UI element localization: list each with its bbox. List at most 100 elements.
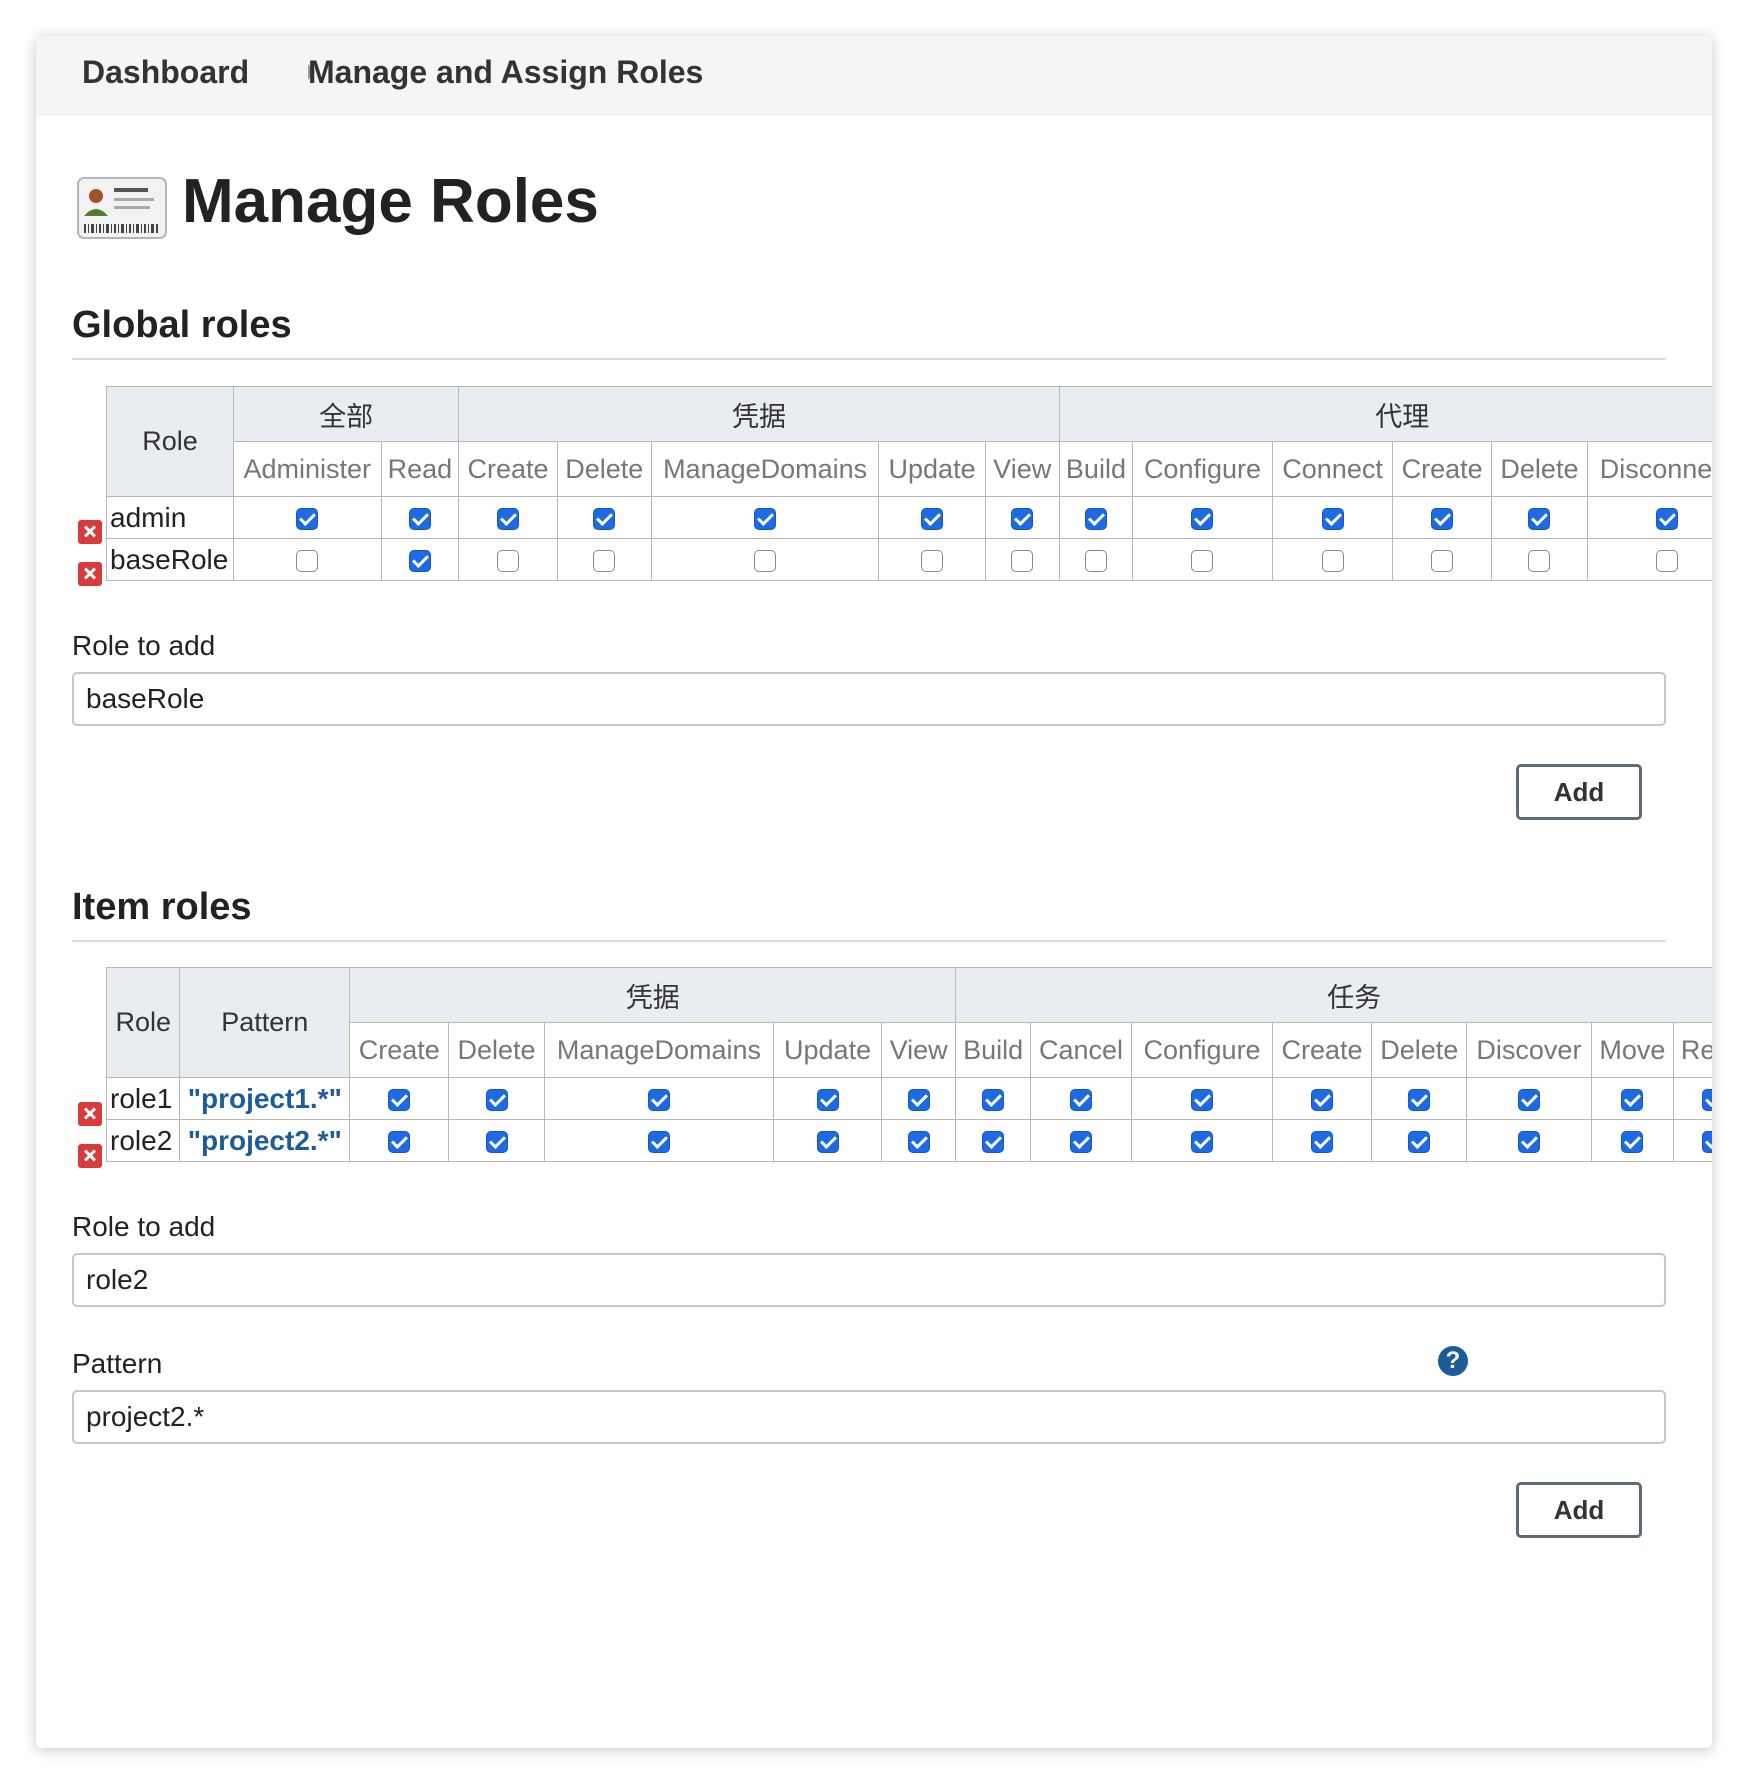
permission-checkbox[interactable] [388, 1088, 411, 1111]
permission-checkbox[interactable] [647, 1130, 670, 1153]
role-name: role1 [105, 1077, 181, 1120]
perm-header-job-cancel: Cancel [1029, 1022, 1133, 1078]
pattern-input[interactable] [72, 1390, 1666, 1444]
permission-checkbox[interactable] [907, 1088, 930, 1111]
permission-cell [1029, 1077, 1133, 1120]
permission-checkbox[interactable] [816, 1088, 839, 1111]
permission-cell [1673, 1119, 1712, 1162]
permission-checkbox[interactable] [1702, 1088, 1712, 1111]
permission-checkbox[interactable] [485, 1130, 508, 1153]
permission-checkbox[interactable] [1311, 1130, 1334, 1153]
permission-cell [233, 496, 382, 539]
permission-checkbox[interactable] [1431, 507, 1454, 530]
perm-header-credentials-update: Update [773, 1022, 882, 1078]
permission-cell [556, 538, 652, 581]
permission-cell [878, 538, 986, 581]
permission-checkbox[interactable] [1191, 1130, 1214, 1153]
permission-cell [448, 1077, 545, 1120]
role-name: role2 [105, 1119, 181, 1162]
pattern-label: Pattern [72, 1348, 163, 1379]
item-role-to-add-input[interactable] [72, 1253, 1666, 1307]
permission-cell [1131, 1119, 1273, 1162]
permission-cell [543, 1077, 775, 1120]
permission-checkbox[interactable] [1517, 1130, 1540, 1153]
permission-checkbox[interactable] [408, 507, 431, 530]
item-roles-table: Role Pattern 凭据 任务 Create Delete ManageD… [105, 967, 1712, 1162]
permission-checkbox[interactable] [1191, 507, 1214, 530]
permission-checkbox[interactable] [1621, 1130, 1644, 1153]
global-role-to-add-label: Role to add [72, 630, 216, 661]
permission-checkbox[interactable] [1011, 507, 1034, 530]
permission-checkbox[interactable] [593, 507, 616, 530]
permission-checkbox[interactable] [1408, 1130, 1431, 1153]
permission-checkbox[interactable] [296, 507, 319, 530]
permission-checkbox[interactable] [921, 507, 944, 530]
permission-checkbox[interactable] [408, 549, 431, 572]
item-roles-body: role1 "project1.*" role2 "project2.*" [105, 1077, 1712, 1162]
permission-checkbox[interactable] [1070, 1088, 1093, 1111]
permission-checkbox[interactable] [921, 549, 944, 572]
permission-checkbox[interactable] [907, 1130, 930, 1153]
permission-checkbox[interactable] [1702, 1130, 1712, 1153]
permission-cell [1587, 538, 1712, 581]
perm-header-administer: Administer [233, 441, 382, 497]
permission-checkbox[interactable] [754, 507, 777, 530]
permission-checkbox[interactable] [593, 549, 616, 572]
divider [72, 358, 1666, 360]
delete-role-role1-icon[interactable] [78, 1102, 102, 1126]
permission-cell [1029, 1119, 1133, 1162]
permission-checkbox[interactable] [1011, 549, 1034, 572]
permission-checkbox[interactable] [1191, 1088, 1214, 1111]
perm-header-credentials-view: View [880, 1022, 957, 1078]
permission-checkbox[interactable] [1321, 507, 1344, 530]
breadcrumb: Dashboard Manage and Assign Roles [36, 36, 1712, 115]
permission-checkbox[interactable] [388, 1130, 411, 1153]
perm-header-job-discover: Discover [1466, 1022, 1592, 1078]
perm-header-credentials-delete: Delete [556, 441, 652, 497]
global-add-role-button[interactable]: Add [1516, 764, 1642, 820]
role-row: role1 "project1.*" [105, 1077, 1712, 1120]
permission-cell [955, 1077, 1031, 1120]
permission-checkbox[interactable] [1431, 549, 1454, 572]
permission-cell [1371, 1119, 1468, 1162]
permission-checkbox[interactable] [1084, 507, 1107, 530]
permission-cell [650, 496, 880, 539]
permission-checkbox[interactable] [497, 549, 520, 572]
permission-cell [1590, 1119, 1675, 1162]
permission-checkbox[interactable] [647, 1088, 670, 1111]
global-role-to-add-input[interactable] [72, 672, 1666, 726]
perm-header-job-configure: Configure [1131, 1022, 1273, 1078]
permission-checkbox[interactable] [1528, 507, 1551, 530]
permission-checkbox[interactable] [1621, 1088, 1644, 1111]
delete-role-admin-icon[interactable] [78, 520, 102, 544]
perm-header-credentials-view: View [984, 441, 1060, 497]
permission-checkbox[interactable] [296, 549, 319, 572]
permission-checkbox[interactable] [497, 507, 520, 530]
permission-checkbox[interactable] [816, 1130, 839, 1153]
permission-checkbox[interactable] [754, 549, 777, 572]
breadcrumb-dashboard[interactable]: Dashboard [82, 54, 249, 91]
delete-role-role2-icon[interactable] [78, 1144, 102, 1168]
permission-checkbox[interactable] [1517, 1088, 1540, 1111]
permission-cell [773, 1077, 882, 1120]
permission-checkbox[interactable] [1321, 549, 1344, 572]
permission-checkbox[interactable] [485, 1088, 508, 1111]
help-icon[interactable]: ? [1438, 1346, 1468, 1376]
permission-cell [1271, 538, 1394, 581]
item-add-role-button[interactable]: Add [1516, 1482, 1642, 1538]
perm-header-job-create: Create [1271, 1022, 1373, 1078]
permission-checkbox[interactable] [1408, 1088, 1431, 1111]
permission-checkbox[interactable] [1191, 549, 1214, 572]
permission-checkbox[interactable] [1311, 1088, 1334, 1111]
permission-checkbox[interactable] [1070, 1130, 1093, 1153]
permission-checkbox[interactable] [1655, 507, 1678, 530]
permission-checkbox[interactable] [982, 1130, 1005, 1153]
permission-checkbox[interactable] [1655, 549, 1678, 572]
permission-cell [349, 1119, 450, 1162]
role-row: admin [105, 496, 1712, 539]
breadcrumb-manage-assign-roles[interactable]: Manage and Assign Roles [308, 54, 703, 91]
permission-checkbox[interactable] [982, 1088, 1005, 1111]
permission-checkbox[interactable] [1528, 549, 1551, 572]
delete-role-baserole-icon[interactable] [78, 562, 102, 586]
permission-checkbox[interactable] [1084, 549, 1107, 572]
